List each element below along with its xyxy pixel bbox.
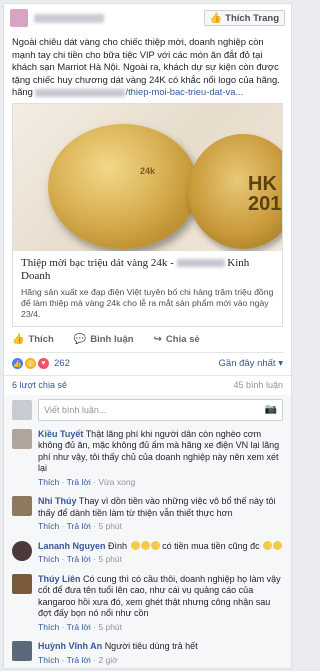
comment-button[interactable]: 💬 Bình luận xyxy=(74,334,134,345)
like-label: Thích xyxy=(28,333,54,345)
comment-like-link[interactable]: Thích xyxy=(38,521,59,531)
commenter-avatar[interactable] xyxy=(12,540,32,561)
share-label: Chia sẻ xyxy=(165,333,200,345)
reaction-count: 262 xyxy=(54,358,70,369)
commenter-name[interactable]: Huỳnh Vĩnh An xyxy=(38,641,102,651)
camera-icon[interactable]: 📷 xyxy=(265,404,277,415)
coin-label-right: HK 201 xyxy=(248,172,282,215)
comment-item: Thúy Liên Có cung thì có cầu thôi, doanh… xyxy=(4,570,291,638)
comment-item: Lananh Nguyen Đình có tiền mua tiền cũng… xyxy=(4,537,291,570)
comment-reply-link[interactable]: Trả lời xyxy=(67,477,91,487)
link-title[interactable]: Thiệp mời bạc triệu dát vàng 24k - Kinh … xyxy=(13,251,282,283)
comment-time: 5 phút xyxy=(98,521,123,531)
grin-emoji-icon xyxy=(273,540,283,550)
page-name-blurred[interactable] xyxy=(34,13,104,23)
comment-reply-link[interactable]: Trả lời xyxy=(67,521,91,531)
post-link-suffix: /thiep-moi-bac-trieu-dat-va... xyxy=(125,86,244,97)
share-count[interactable]: 6 lượt chia sẻ xyxy=(12,380,67,390)
thumbs-up-icon: 👍 xyxy=(209,12,223,24)
comment-reply-link[interactable]: Trả lời xyxy=(67,554,91,564)
comment-like-link[interactable]: Thích xyxy=(38,477,59,487)
grin-emoji-icon xyxy=(150,540,160,550)
sort-label: Gần đây nhất xyxy=(218,358,276,369)
post-body: Ngoài chiêu dát vàng cho chiếc thiệp mời… xyxy=(12,36,280,85)
share-button[interactable]: ↪ Chia sẻ xyxy=(154,334,200,345)
post-link-prefix: hãng xyxy=(12,86,33,97)
shares-row: 6 lượt chia sẻ 45 bình luận xyxy=(4,374,291,395)
commenter-avatar[interactable] xyxy=(12,428,32,449)
comment-text: Đình xyxy=(108,540,128,551)
grin-emoji-icon xyxy=(140,540,150,550)
commenter-name[interactable]: Thúy Liên xyxy=(38,574,81,584)
post-text: Ngoài chiêu dát vàng cho chiếc thiệp mời… xyxy=(4,32,291,99)
commenter-avatar[interactable] xyxy=(12,641,32,661)
post-link[interactable]: /thiep-moi-bac-trieu-dat-va... xyxy=(35,86,243,97)
post-actions: 👍 Thích 💬 Bình luận ↪ Chia sẻ xyxy=(12,327,283,353)
link-description: Hãng sản xuất xe đạp điện Việt tuyên bố … xyxy=(21,286,274,319)
link-site-blurred xyxy=(176,258,225,267)
post-card: 👍 Thích Trang Ngoài chiêu dát vàng cho c… xyxy=(3,3,292,669)
comment-item: Nhi Thúy Thay vì dồn tiền vào những việc… xyxy=(4,492,291,537)
page-avatar[interactable] xyxy=(10,9,28,27)
love-reaction-icon: ♥ xyxy=(38,358,49,369)
comment-icon: 💬 xyxy=(73,333,87,345)
commenter-avatar[interactable] xyxy=(12,496,32,516)
coin-label-left: 24k xyxy=(140,165,156,176)
post-header: 👍 Thích Trang xyxy=(4,4,291,32)
comment-time: 5 phút xyxy=(98,554,123,564)
like-reaction-icon: 👍 xyxy=(12,358,23,369)
comment-placeholder: Viết bình luận... xyxy=(44,404,107,415)
comment-composer: Viết bình luận... 📷 xyxy=(4,394,291,425)
comment-reply-link[interactable]: Trả lời xyxy=(67,622,91,632)
reaction-summary[interactable]: 👍 😮 ♥ 262 xyxy=(12,358,70,369)
gold-coin-left: 24k xyxy=(48,123,198,249)
commenter-avatar[interactable] xyxy=(12,573,32,594)
link-title-main: Thiệp mời bạc triệu dát vàng 24k - xyxy=(21,256,174,269)
comment-reply-link[interactable]: Trả lời xyxy=(67,655,91,665)
like-page-button[interactable]: 👍 Thích Trang xyxy=(203,10,285,26)
comment-text-cont: có tiền mua tiền cũng đc xyxy=(162,540,260,551)
link-preview[interactable]: 24k HK 201 Thiệp mời bạc triệu dát vàng … xyxy=(12,102,283,327)
reactions-row: 👍 😮 ♥ 262 Gần đây nhất ▾ xyxy=(4,353,291,375)
thumbs-up-icon: 👍 xyxy=(12,333,25,345)
grin-emoji-icon xyxy=(130,540,140,550)
grin-emoji-icon xyxy=(263,540,273,550)
comment-time: 2 giờ xyxy=(98,654,118,665)
coin-image[interactable]: 24k HK 201 xyxy=(13,103,282,251)
comment-sort[interactable]: Gần đây nhất ▾ xyxy=(219,358,283,369)
link-domain-blurred xyxy=(35,88,126,97)
like-page-label: Thích Trang xyxy=(225,12,279,24)
current-user-avatar xyxy=(12,399,32,420)
commenter-name[interactable]: Kiều Tuyết xyxy=(38,429,83,439)
comment-count: 45 bình luận xyxy=(233,380,283,390)
comment-list: Kiều Tuyết Thật lãng phí khi người dân c… xyxy=(4,424,291,668)
commenter-name[interactable]: Lananh Nguyen xyxy=(38,541,106,551)
comment-label: Bình luận xyxy=(90,333,134,345)
comment-like-link[interactable]: Thích xyxy=(38,622,59,632)
comment-time: Vừa xong xyxy=(98,476,136,487)
comment-like-link[interactable]: Thích xyxy=(38,554,59,564)
comment-like-link[interactable]: Thích xyxy=(38,655,59,665)
comment-item: Huỳnh Vĩnh An Người tiêu dùng trả hết Th… xyxy=(4,637,291,668)
comment-input[interactable]: Viết bình luận... 📷 xyxy=(38,398,283,421)
share-icon: ↪ xyxy=(153,333,162,345)
wow-reaction-icon: 😮 xyxy=(25,358,36,369)
gold-coin-right: HK 201 xyxy=(188,133,282,249)
comment-time: 5 phút xyxy=(98,621,123,632)
comment-text: Người tiêu dùng trả hết xyxy=(104,641,198,651)
commenter-name[interactable]: Nhi Thúy xyxy=(38,496,77,506)
like-button[interactable]: 👍 Thích xyxy=(12,334,54,345)
comment-item: Kiều Tuyết Thật lãng phí khi người dân c… xyxy=(4,425,291,493)
